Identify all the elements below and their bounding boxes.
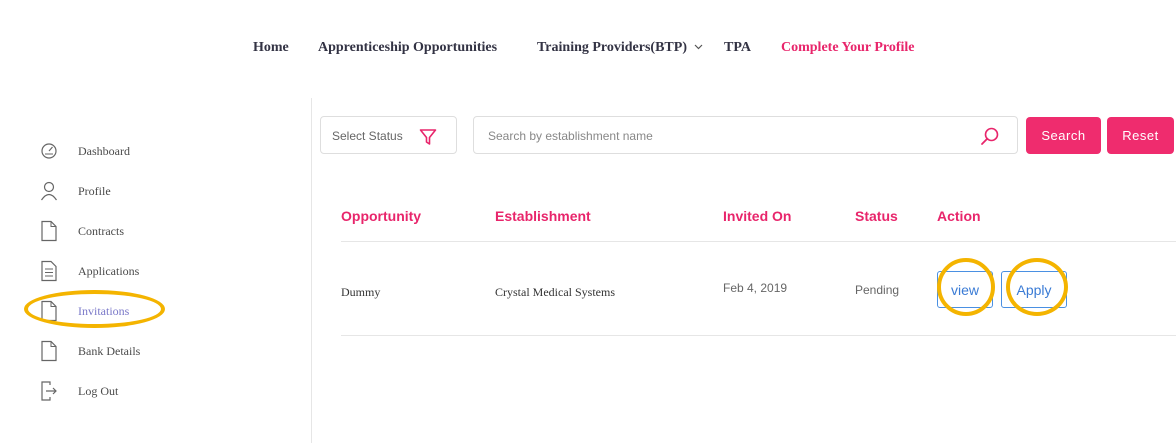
nav-complete-profile-link[interactable]: Complete Your Profile (781, 40, 915, 56)
sidebar-item-label: Log Out (78, 384, 119, 398)
table-header-divider (341, 241, 1176, 242)
logout-icon (41, 381, 57, 401)
document-icon (41, 340, 57, 362)
document-icon (41, 300, 57, 322)
list-document-icon (41, 260, 57, 282)
status-filter-placeholder: Select Status (332, 129, 403, 143)
apply-button[interactable]: Apply (1001, 271, 1067, 308)
reset-button[interactable]: Reset (1107, 117, 1174, 154)
sidebar-item-profile[interactable]: Profile (39, 180, 239, 202)
view-button[interactable]: view (937, 271, 993, 308)
filter-icon (419, 129, 437, 145)
sidebar-item-label: Bank Details (78, 344, 141, 358)
nav-training-providers-label: Training Providers(BTP) (537, 40, 687, 55)
sidebar-item-contracts[interactable]: Contracts (39, 220, 239, 242)
status-filter-select[interactable]: Select Status (320, 116, 457, 154)
nav-training-providers-dropdown[interactable]: Training Providers(BTP) (537, 40, 703, 56)
sidebar-item-invitations[interactable]: Invitations (39, 300, 239, 322)
sidebar-item-label: Profile (78, 184, 111, 198)
nav-apprenticeship-link[interactable]: Apprenticeship Opportunities (318, 40, 497, 56)
sidebar-item-label: Contracts (78, 224, 124, 238)
chevron-down-icon (695, 44, 703, 50)
cell-invited-on: Feb 4, 2019 (723, 281, 788, 295)
column-header-opportunity: Opportunity (341, 208, 422, 224)
dashboard-icon (41, 143, 57, 159)
sidebar-item-bank-details[interactable]: Bank Details (39, 340, 239, 362)
column-header-action: Action (937, 208, 981, 224)
search-input[interactable] (488, 126, 968, 146)
sidebar-item-label: Applications (78, 264, 140, 278)
user-icon (41, 181, 57, 201)
nav-tpa-link[interactable]: TPA (724, 40, 751, 56)
top-navigation: Home Apprenticeship Opportunities Traini… (0, 40, 1176, 60)
cell-status: Pending (855, 283, 900, 297)
column-header-establishment: Establishment (495, 208, 591, 224)
search-field (473, 116, 1018, 154)
nav-home-link[interactable]: Home (253, 40, 289, 56)
search-icon[interactable] (980, 126, 1000, 146)
cell-opportunity: Dummy (341, 285, 381, 299)
column-header-status: Status (855, 208, 898, 224)
sidebar-item-label: Invitations (78, 304, 130, 318)
table-row-divider (341, 335, 1176, 336)
document-icon (41, 220, 57, 242)
sidebar-item-applications[interactable]: Applications (39, 260, 239, 282)
sidebar-item-dashboard[interactable]: Dashboard (39, 140, 239, 162)
search-button[interactable]: Search (1026, 117, 1101, 154)
sidebar-item-logout[interactable]: Log Out (39, 380, 239, 402)
sidebar-item-label: Dashboard (78, 144, 130, 158)
cell-establishment: Crystal Medical Systems (495, 285, 615, 299)
column-header-invited-on: Invited On (723, 208, 792, 224)
